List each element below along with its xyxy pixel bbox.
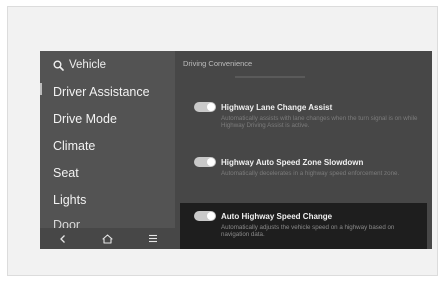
sidebar: Vehicle Driver Assistance Drive Mode Cli… [40,51,175,249]
setting-title: Auto Highway Speed Change [221,211,333,221]
home-icon[interactable] [97,230,119,248]
toggle-switch[interactable] [194,157,216,167]
sidebar-search[interactable]: Vehicle [51,58,106,72]
setting-description: Automatically assists with lane changes … [221,115,418,130]
infotainment-screen: Vehicle Driver Assistance Drive Mode Cli… [40,51,432,249]
toggle-knob [207,103,215,111]
setting-title: Highway Lane Change Assist [221,102,333,112]
sidebar-item-seat[interactable]: Seat [40,160,175,187]
setting-description: Automatically adjusts the vehicle speed … [221,224,395,239]
back-icon[interactable] [52,230,74,248]
setting-auto-highway-speed-change[interactable]: Auto Highway Speed Change Automatically … [180,203,427,249]
setting-header: Highway Lane Change Assist [194,102,332,112]
section-title: Driving Convenience [183,59,253,68]
sidebar-item-driver-assistance[interactable]: Driver Assistance [40,79,175,106]
bottom-nav-bar [40,228,175,249]
settings-panel: Driving Convenience Highway Lane Change … [175,51,432,249]
search-icon[interactable] [51,58,65,72]
menu-icon[interactable] [142,230,164,248]
toggle-switch[interactable] [194,211,216,221]
sidebar-menu: Driver Assistance Drive Mode Climate Sea… [40,79,175,232]
setting-header: Highway Auto Speed Zone Slowdown [194,157,363,167]
sidebar-item-lights[interactable]: Lights [40,187,175,214]
setting-highway-lane-change-assist[interactable]: Highway Lane Change Assist Automatically… [180,102,427,136]
screenshot-frame: Vehicle Driver Assistance Drive Mode Cli… [7,6,438,276]
setting-highway-auto-speed-zone-slowdown[interactable]: Highway Auto Speed Zone Slowdown Automat… [180,157,427,191]
sidebar-item-climate[interactable]: Climate [40,133,175,160]
setting-header: Auto Highway Speed Change [194,211,332,221]
sidebar-header-label: Vehicle [69,59,107,71]
toggle-knob [207,158,215,166]
sidebar-item-drive-mode[interactable]: Drive Mode [40,106,175,133]
setting-title: Highway Auto Speed Zone Slowdown [221,157,364,167]
divider [235,76,305,78]
setting-description: Automatically decelerates in a highway s… [221,170,400,177]
toggle-knob [207,212,215,220]
toggle-switch[interactable] [194,102,216,112]
